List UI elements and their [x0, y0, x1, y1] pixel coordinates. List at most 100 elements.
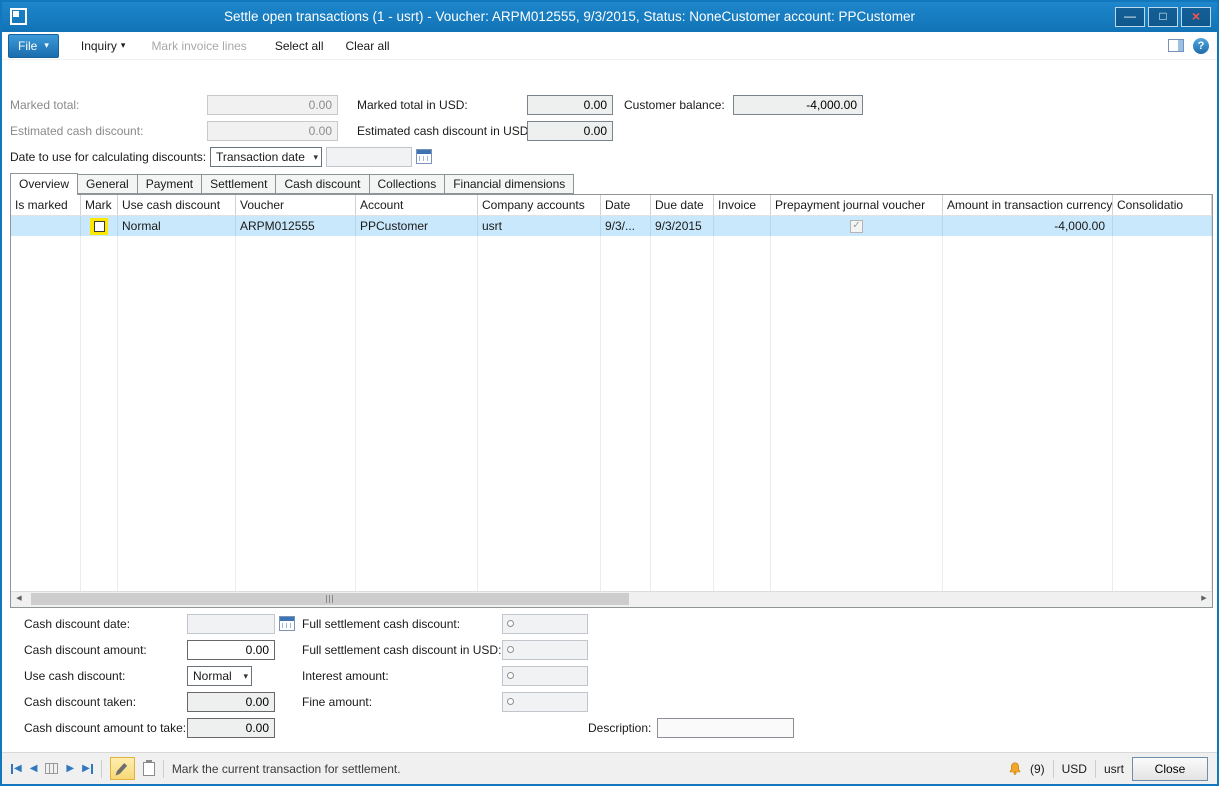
- chevron-down-icon: ▾: [44, 40, 49, 51]
- column-header-prepayment-journal-voucher[interactable]: Prepayment journal voucher: [771, 195, 943, 215]
- full-settlement-cash-discount-field: [502, 614, 588, 634]
- column-header-amount-in-transaction-currency[interactable]: Amount in transaction currency: [943, 195, 1113, 215]
- cell-company-accounts: usrt: [478, 216, 601, 236]
- column-header-mark[interactable]: Mark: [81, 195, 118, 215]
- maximize-button[interactable]: □: [1148, 7, 1178, 27]
- clear-all-button[interactable]: Clear all: [346, 39, 390, 53]
- next-record-button[interactable]: ▶: [66, 763, 74, 774]
- grid-view-icon[interactable]: [45, 763, 58, 774]
- separator: [1095, 760, 1096, 778]
- cash-discount-amount-to-take-label: Cash discount amount to take:: [24, 718, 186, 738]
- cell-mark: [81, 216, 118, 236]
- cell-is-marked: [11, 216, 81, 236]
- cell-account: PPCustomer: [356, 216, 478, 236]
- window-title: Settle open transactions (1 - usrt) - Vo…: [42, 2, 1097, 32]
- column-header-due-date[interactable]: Due date: [651, 195, 714, 215]
- edit-record-button[interactable]: [110, 757, 135, 780]
- tab-settlement[interactable]: Settlement: [202, 174, 276, 194]
- column-header-voucher[interactable]: Voucher: [236, 195, 356, 215]
- clipboard-icon[interactable]: [143, 762, 155, 776]
- degree-icon: [507, 698, 514, 705]
- description-label: Description:: [588, 718, 651, 738]
- full-settlement-cash-discount-label: Full settlement cash discount:: [302, 614, 460, 634]
- degree-icon: [507, 672, 514, 679]
- use-cash-discount-select[interactable]: Normal ▾: [187, 666, 252, 686]
- first-record-button[interactable]: ◀: [11, 763, 22, 774]
- transactions-grid: Is marked Mark Use cash discount Voucher…: [10, 194, 1213, 608]
- chevron-down-icon: ▾: [313, 148, 318, 166]
- minimize-button[interactable]: —: [1115, 7, 1145, 27]
- scrollbar-thumb[interactable]: [31, 593, 629, 605]
- tab-financial-dimensions[interactable]: Financial dimensions: [445, 174, 574, 194]
- column-header-invoice[interactable]: Invoice: [714, 195, 771, 215]
- fine-amount-field: [502, 692, 588, 712]
- next-record-icon: ▶: [66, 763, 74, 774]
- column-header-account[interactable]: Account: [356, 195, 478, 215]
- estimated-cash-discount-field: 0.00: [207, 121, 338, 141]
- mark-checkbox[interactable]: [94, 221, 105, 232]
- close-window-button[interactable]: ×: [1181, 7, 1211, 27]
- inquiry-menu-button[interactable]: Inquiry ▾: [81, 39, 126, 53]
- first-record-icon: ◀: [14, 763, 22, 774]
- interest-amount-label: Interest amount:: [302, 666, 389, 686]
- tab-cash-discount[interactable]: Cash discount: [276, 174, 369, 194]
- previous-record-icon: ◀: [30, 763, 38, 774]
- calendar-icon[interactable]: [416, 149, 432, 164]
- cash-discount-amount-field[interactable]: 0.00: [187, 640, 275, 660]
- last-record-button[interactable]: ▶: [82, 763, 93, 774]
- prepayment-checkbox: ✓: [850, 220, 863, 233]
- table-row[interactable]: Normal ARPM012555 PPCustomer usrt 9/3/..…: [11, 216, 1212, 236]
- grid-column-lines: [11, 216, 1212, 593]
- close-button[interactable]: Close: [1132, 757, 1208, 781]
- notification-bell-icon[interactable]: [1008, 761, 1022, 776]
- chevron-down-icon: ▾: [121, 40, 126, 51]
- cell-invoice: [714, 216, 771, 236]
- tab-collections[interactable]: Collections: [370, 174, 446, 194]
- tab-payment[interactable]: Payment: [138, 174, 202, 194]
- separator: [1053, 760, 1054, 778]
- layout-panel-icon[interactable]: [1168, 39, 1184, 52]
- cash-discount-date-field: [187, 614, 275, 634]
- column-header-date[interactable]: Date: [601, 195, 651, 215]
- chevron-down-icon: ▾: [243, 667, 248, 685]
- fine-amount-label: Fine amount:: [302, 692, 372, 712]
- help-icon[interactable]: ?: [1193, 38, 1209, 54]
- calendar-icon[interactable]: [279, 616, 295, 631]
- degree-icon: [507, 646, 514, 653]
- status-bar: ◀ ◀ ▶ ▶ Mark the current transaction for…: [2, 752, 1217, 784]
- cell-due-date: 9/3/2015: [651, 216, 714, 236]
- previous-record-button[interactable]: ◀: [30, 763, 38, 774]
- full-settlement-cash-discount-usd-field: [502, 640, 588, 660]
- grid-body: Normal ARPM012555 PPCustomer usrt 9/3/..…: [11, 216, 1212, 593]
- tab-overview[interactable]: Overview: [10, 173, 78, 195]
- cell-prepayment-journal-voucher: ✓: [771, 216, 943, 236]
- select-all-button[interactable]: Select all: [275, 39, 324, 53]
- column-header-consolidation[interactable]: Consolidatio: [1113, 195, 1212, 215]
- notification-count[interactable]: (9): [1030, 762, 1045, 776]
- column-header-use-cash-discount[interactable]: Use cash discount: [118, 195, 236, 215]
- tab-strip: Overview General Payment Settlement Cash…: [10, 173, 574, 195]
- discount-date-field: [326, 147, 412, 167]
- use-cash-discount-value: Normal: [193, 669, 232, 683]
- column-header-is-marked[interactable]: Is marked: [11, 195, 81, 215]
- scroll-left-icon[interactable]: ◀: [11, 592, 27, 607]
- scrollbar-track[interactable]: [27, 592, 1196, 607]
- cash-discount-amount-label: Cash discount amount:: [24, 640, 147, 660]
- title-bar: Settle open transactions (1 - usrt) - Vo…: [2, 2, 1217, 32]
- file-menu-button[interactable]: File ▾: [8, 34, 59, 58]
- horizontal-scrollbar[interactable]: ◀ ▶: [11, 591, 1212, 607]
- last-record-bar-icon: [91, 764, 93, 774]
- inquiry-menu-label: Inquiry: [81, 39, 117, 53]
- discount-date-method-select[interactable]: Transaction date ▾: [210, 147, 322, 167]
- scroll-right-icon[interactable]: ▶: [1196, 592, 1212, 607]
- customer-balance-field: -4,000.00: [733, 95, 863, 115]
- column-header-company-accounts[interactable]: Company accounts: [478, 195, 601, 215]
- discount-date-method-label: Date to use for calculating discounts:: [10, 147, 206, 167]
- description-field[interactable]: [657, 718, 794, 738]
- tab-general[interactable]: General: [78, 174, 138, 194]
- estimated-cash-discount-label: Estimated cash discount:: [10, 121, 143, 141]
- menu-bar-right: ?: [1168, 38, 1209, 54]
- window-controls: — □ ×: [1112, 7, 1211, 27]
- marked-total-usd-label: Marked total in USD:: [357, 95, 468, 115]
- mark-invoice-lines-button: Mark invoice lines: [151, 39, 246, 53]
